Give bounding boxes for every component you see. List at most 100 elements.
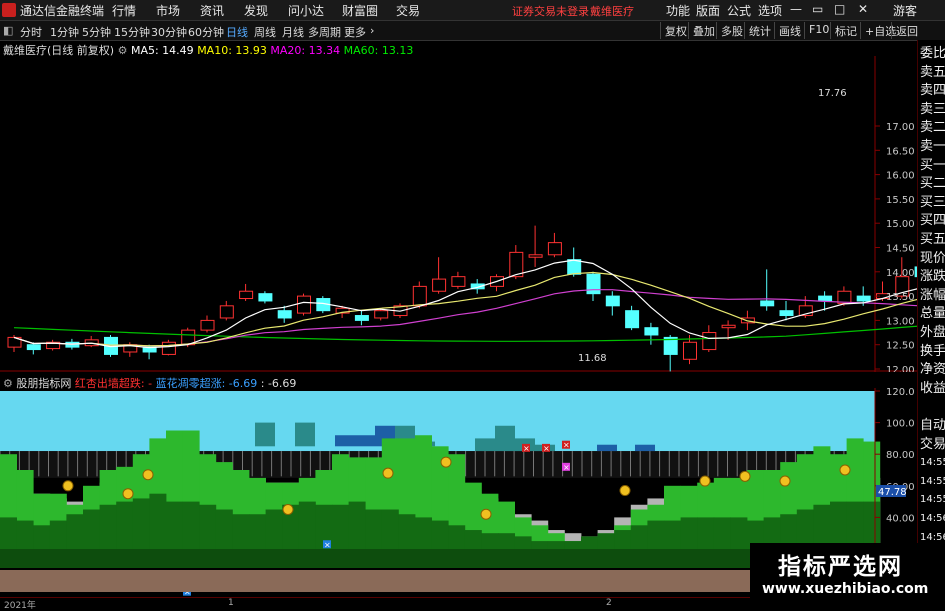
- candle[interactable]: [586, 271, 601, 301]
- y-tick-label: 14.50: [886, 244, 915, 255]
- candle-body: [161, 341, 176, 355]
- candle[interactable]: [84, 335, 99, 348]
- candle-body: [258, 293, 273, 302]
- candle[interactable]: [219, 300, 234, 321]
- period-more[interactable]: 更多: [344, 24, 366, 40]
- period-60min[interactable]: 60分钟: [188, 24, 224, 40]
- btn-f10[interactable]: F10: [804, 22, 833, 39]
- btn-fuquan[interactable]: 复权: [660, 22, 691, 39]
- menu-zixun[interactable]: 资讯: [200, 2, 224, 19]
- candle[interactable]: [567, 247, 582, 277]
- btn-tongji[interactable]: 统计: [744, 22, 775, 39]
- chevron-right-icon[interactable]: ›: [370, 24, 374, 37]
- candle[interactable]: [239, 283, 254, 301]
- login-status[interactable]: 证券交易未登录: [512, 3, 589, 19]
- btn-huaxian[interactable]: 画线: [774, 22, 805, 39]
- minimize-icon[interactable]: —: [790, 2, 802, 16]
- menu-gongshi[interactable]: 公式: [727, 2, 751, 19]
- candle-body: [219, 305, 234, 319]
- blue-x-marker-icon: ×: [323, 540, 331, 549]
- period-daily[interactable]: 日线: [226, 24, 248, 40]
- btn-duogu[interactable]: 多股: [716, 22, 747, 39]
- period-1min[interactable]: 1分钟: [50, 24, 79, 40]
- red-x-marker-icon: ×: [562, 440, 570, 450]
- candle[interactable]: [354, 310, 369, 326]
- period-weekly[interactable]: 周线: [254, 24, 276, 40]
- candle[interactable]: [200, 315, 215, 333]
- y-tick-label: 15.00: [886, 219, 915, 230]
- period-monthly[interactable]: 月线: [282, 24, 304, 40]
- candle[interactable]: [528, 225, 543, 267]
- magenta-x-marker-icon: ×: [562, 462, 570, 472]
- signal-block: [635, 444, 655, 452]
- menu-gongneng[interactable]: 功能: [666, 2, 690, 19]
- candle-body: [432, 278, 447, 292]
- candle[interactable]: [451, 271, 466, 289]
- candlestick-chart[interactable]: 17.76 11.68 17.00 16.50 16.00 15.50 15.00 14.…: [0, 56, 917, 372]
- signal-block: [295, 422, 315, 447]
- btn-diejia[interactable]: 叠加: [688, 22, 719, 39]
- guest-label[interactable]: 游客: [893, 2, 917, 19]
- period-15min[interactable]: 15分钟: [114, 24, 150, 40]
- y-tick-label: 14.00: [886, 268, 915, 279]
- red-x-marker-icon: ×: [542, 443, 550, 453]
- candle[interactable]: [663, 334, 678, 372]
- candle-body: [528, 254, 543, 258]
- candle-body: [702, 332, 717, 351]
- y-tick-label: 17.00: [886, 122, 915, 133]
- candle[interactable]: [46, 339, 61, 351]
- stock-link[interactable]: 戴维医疗: [590, 3, 634, 19]
- btn-fanhui[interactable]: 返回: [891, 22, 922, 39]
- candle-body: [586, 273, 601, 295]
- candle[interactable]: [547, 232, 562, 258]
- candle-body: [683, 341, 697, 360]
- menu-wenxiaoda[interactable]: 问小达: [288, 2, 324, 19]
- side-panel-item[interactable]: 收益: [920, 377, 945, 401]
- period-5min[interactable]: 5分钟: [82, 24, 111, 40]
- svg-text:×: ×: [563, 441, 570, 450]
- apple-marker-icon: [699, 475, 711, 487]
- period-30min[interactable]: 30分钟: [151, 24, 187, 40]
- candle[interactable]: [297, 293, 311, 316]
- app-title: 通达信金融终端: [20, 4, 105, 18]
- menu-hangqing[interactable]: 行情: [112, 2, 136, 19]
- low-price-label: 11.68: [578, 353, 607, 364]
- menu-jiaoyi[interactable]: 交易: [396, 2, 420, 19]
- sub-y-axis: 120.0100.080.0060.0040.0020.00: [875, 388, 915, 556]
- menu-banmian[interactable]: 版面: [696, 2, 720, 19]
- date-axis: 2021年 1 2: [0, 597, 750, 611]
- restore-icon[interactable]: ▭: [812, 2, 823, 16]
- signal-block: [255, 422, 275, 447]
- y-tick-label: 12.50: [886, 341, 915, 352]
- period-multi[interactable]: 多周期: [308, 24, 341, 40]
- panel-toggle-icon[interactable]: ◧: [3, 24, 13, 37]
- candle-body: [297, 295, 311, 314]
- close-icon[interactable]: ✕: [858, 2, 868, 16]
- apple-marker-icon: [122, 488, 134, 500]
- menu-caifuquan[interactable]: 财富圈: [342, 2, 378, 19]
- menu-shichang[interactable]: 市场: [156, 2, 180, 19]
- maximize-icon[interactable]: □: [834, 2, 845, 16]
- candle[interactable]: [644, 322, 659, 345]
- current-value: 47.78: [878, 487, 907, 498]
- candle-body: [239, 290, 254, 300]
- menu-faxian[interactable]: 发现: [244, 2, 268, 19]
- apple-marker-icon: [440, 456, 452, 468]
- candle[interactable]: [26, 342, 41, 355]
- candle[interactable]: [605, 291, 620, 316]
- candle-body: [26, 344, 41, 351]
- candle[interactable]: [625, 305, 640, 331]
- candle[interactable]: [161, 339, 176, 356]
- signal-block: [597, 444, 617, 452]
- candle[interactable]: [258, 291, 273, 304]
- period-toolbar: ◧ 分时 1分钟 5分钟 15分钟 30分钟 60分钟 日线 周线 月线 多周期…: [0, 21, 945, 41]
- svg-text:×: ×: [324, 540, 331, 549]
- candle-body: [412, 285, 427, 307]
- menu-xuanxiang[interactable]: 选项: [758, 2, 782, 19]
- candle[interactable]: [432, 257, 447, 294]
- btn-biaoji[interactable]: 标记: [830, 22, 861, 39]
- candle-body: [200, 319, 215, 331]
- candle[interactable]: [760, 269, 775, 311]
- period-fenshi[interactable]: 分时: [20, 24, 42, 40]
- sub-tick-label: 40.00: [886, 513, 915, 524]
